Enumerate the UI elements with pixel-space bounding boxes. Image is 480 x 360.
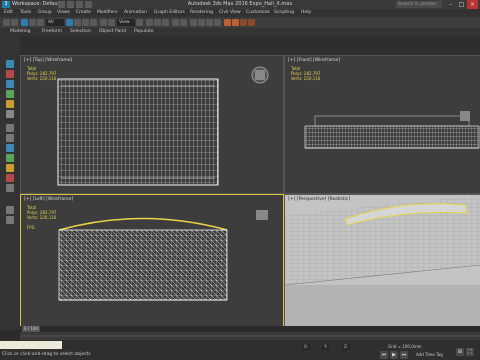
main-toolbar: All View: [0, 17, 480, 28]
display-icon[interactable]: [6, 100, 14, 108]
rendered-frame-window-icon[interactable]: [240, 19, 247, 26]
go-to-start-icon[interactable]: ⏮: [380, 351, 388, 359]
curve-editor-icon[interactable]: [206, 19, 213, 26]
track-bar-ticks: [20, 335, 480, 337]
close-icon[interactable]: ×: [467, 0, 478, 9]
menu-group[interactable]: Group: [38, 10, 52, 15]
search-input[interactable]: Search in photos: [396, 1, 442, 8]
create-icon[interactable]: [6, 60, 14, 68]
viewcube-icon[interactable]: [460, 111, 470, 121]
menu-rendering[interactable]: Rendering: [190, 10, 213, 15]
perspective-render-drawing: [285, 195, 480, 327]
menu-graph-editors[interactable]: Graph Editors: [154, 10, 185, 15]
graphite-icon[interactable]: [198, 19, 205, 26]
top-wireframe-drawing: [57, 66, 269, 186]
x-coordinate-field[interactable]: X:: [302, 344, 311, 350]
viewport-label[interactable]: [+] [Perspective] [Realistic]: [288, 197, 350, 202]
scene-explorer-icon[interactable]: [6, 124, 14, 132]
menu-help[interactable]: Help: [301, 10, 311, 15]
bind-space-warp-icon[interactable]: [37, 19, 44, 26]
hide-icon[interactable]: [6, 216, 14, 224]
maximize-viewport-icon[interactable]: ⛶: [466, 348, 474, 356]
menu-views[interactable]: Views: [57, 10, 70, 15]
redo-icon[interactable]: [11, 19, 18, 26]
sort-icon[interactable]: [6, 144, 14, 152]
align-icon[interactable]: [180, 19, 187, 26]
left-wireframe-drawing: [58, 210, 268, 301]
angle-snap-icon[interactable]: [154, 19, 161, 26]
undo-icon[interactable]: [3, 19, 10, 26]
menu-create[interactable]: Create: [76, 10, 91, 15]
layer-explorer-icon[interactable]: [6, 134, 14, 142]
select-by-name-icon[interactable]: [74, 19, 81, 26]
menu-customize[interactable]: Customize: [246, 10, 270, 15]
left-toolbar: [0, 36, 20, 330]
freeze-icon[interactable]: [6, 206, 14, 214]
status-bar: [0, 340, 480, 360]
helpers-filter-icon[interactable]: [6, 184, 14, 192]
pivot-center-icon[interactable]: [136, 19, 143, 26]
rectangular-selection-icon[interactable]: [82, 19, 89, 26]
window-crossing-icon[interactable]: [90, 19, 97, 26]
menu-edit[interactable]: Edit: [4, 10, 13, 15]
layer-manager-icon[interactable]: [190, 19, 197, 26]
menu-modifiers[interactable]: Modifiers: [97, 10, 118, 15]
go-to-end-icon[interactable]: ⏭: [400, 351, 408, 359]
y-coordinate-field[interactable]: Y:: [322, 344, 330, 350]
front-wireframe-drawing: [304, 111, 480, 149]
maxscript-listener[interactable]: [0, 341, 62, 349]
ribbon-tab-object-paint[interactable]: Object Paint: [99, 29, 126, 34]
select-object-icon[interactable]: [66, 19, 73, 26]
rotate-icon[interactable]: [108, 19, 115, 26]
filter-icon[interactable]: [6, 154, 14, 162]
viewport-top[interactable]: [+] [Top] [Wireframe] Total Polys: 282,7…: [20, 55, 284, 194]
maximize-icon[interactable]: □: [456, 0, 467, 9]
unlink-icon[interactable]: [29, 19, 36, 26]
move-icon[interactable]: [100, 19, 107, 26]
modify-icon[interactable]: [6, 70, 14, 78]
track-bar[interactable]: [20, 332, 480, 340]
lights-filter-icon[interactable]: [6, 164, 14, 172]
ribbon-panel: [0, 36, 480, 55]
menu-tools[interactable]: Tools: [20, 10, 31, 15]
schematic-view-icon[interactable]: [214, 19, 221, 26]
zoom-extents-icon[interactable]: ⊞: [456, 348, 464, 356]
ribbon-tab-freeform[interactable]: Freeform: [42, 29, 62, 34]
ribbon-tabs: Modeling Freeform Selection Object Paint…: [0, 28, 480, 36]
ribbon-tab-modeling[interactable]: Modeling: [10, 29, 30, 34]
viewport-left[interactable]: [+] [Left] [Wireframe] Total Polys: 282,…: [20, 194, 284, 328]
render-icon[interactable]: [248, 19, 255, 26]
link-icon[interactable]: [21, 19, 28, 26]
grid-size-readout: Grid = 100,0mm: [388, 344, 422, 349]
snaps-toggle-icon[interactable]: [146, 19, 153, 26]
cameras-filter-icon[interactable]: [6, 174, 14, 182]
mirror-icon[interactable]: [172, 19, 179, 26]
viewcube-icon[interactable]: [256, 210, 268, 220]
play-icon[interactable]: ▶: [390, 351, 398, 359]
menu-scripting[interactable]: Scripting: [274, 10, 294, 15]
prompt-line: Click or click-and-drag to select object…: [2, 352, 91, 357]
menu-civil-view[interactable]: Civil View: [219, 10, 241, 15]
utilities-icon[interactable]: [6, 110, 14, 118]
percent-snap-icon[interactable]: [162, 19, 169, 26]
selection-filter-dropdown[interactable]: All: [46, 19, 64, 26]
menu-bar: Edit Tools Group Views Create Modifiers …: [0, 9, 480, 17]
viewport-perspective[interactable]: [+] [Perspective] [Realistic]: [284, 194, 480, 328]
render-setup-icon[interactable]: [232, 19, 239, 26]
menu-animation[interactable]: Animation: [124, 10, 147, 15]
title-bar: 3 Workspace: Default Autodesk 3ds Max 20…: [0, 0, 480, 9]
reference-coordinate-dropdown[interactable]: View: [117, 19, 135, 26]
hierarchy-icon[interactable]: [6, 80, 14, 88]
viewport-front[interactable]: [+] [Front] [Wireframe] Total Polys: 282…: [284, 55, 480, 194]
motion-icon[interactable]: [6, 90, 14, 98]
material-editor-icon[interactable]: [224, 19, 231, 26]
minimize-icon[interactable]: –: [445, 0, 456, 9]
ribbon-tab-selection[interactable]: Selection: [70, 29, 91, 34]
ribbon-tab-populate[interactable]: Populate: [134, 29, 154, 34]
z-coordinate-field[interactable]: Z:: [342, 344, 351, 350]
add-time-tag[interactable]: Add Time Tag: [416, 352, 443, 357]
